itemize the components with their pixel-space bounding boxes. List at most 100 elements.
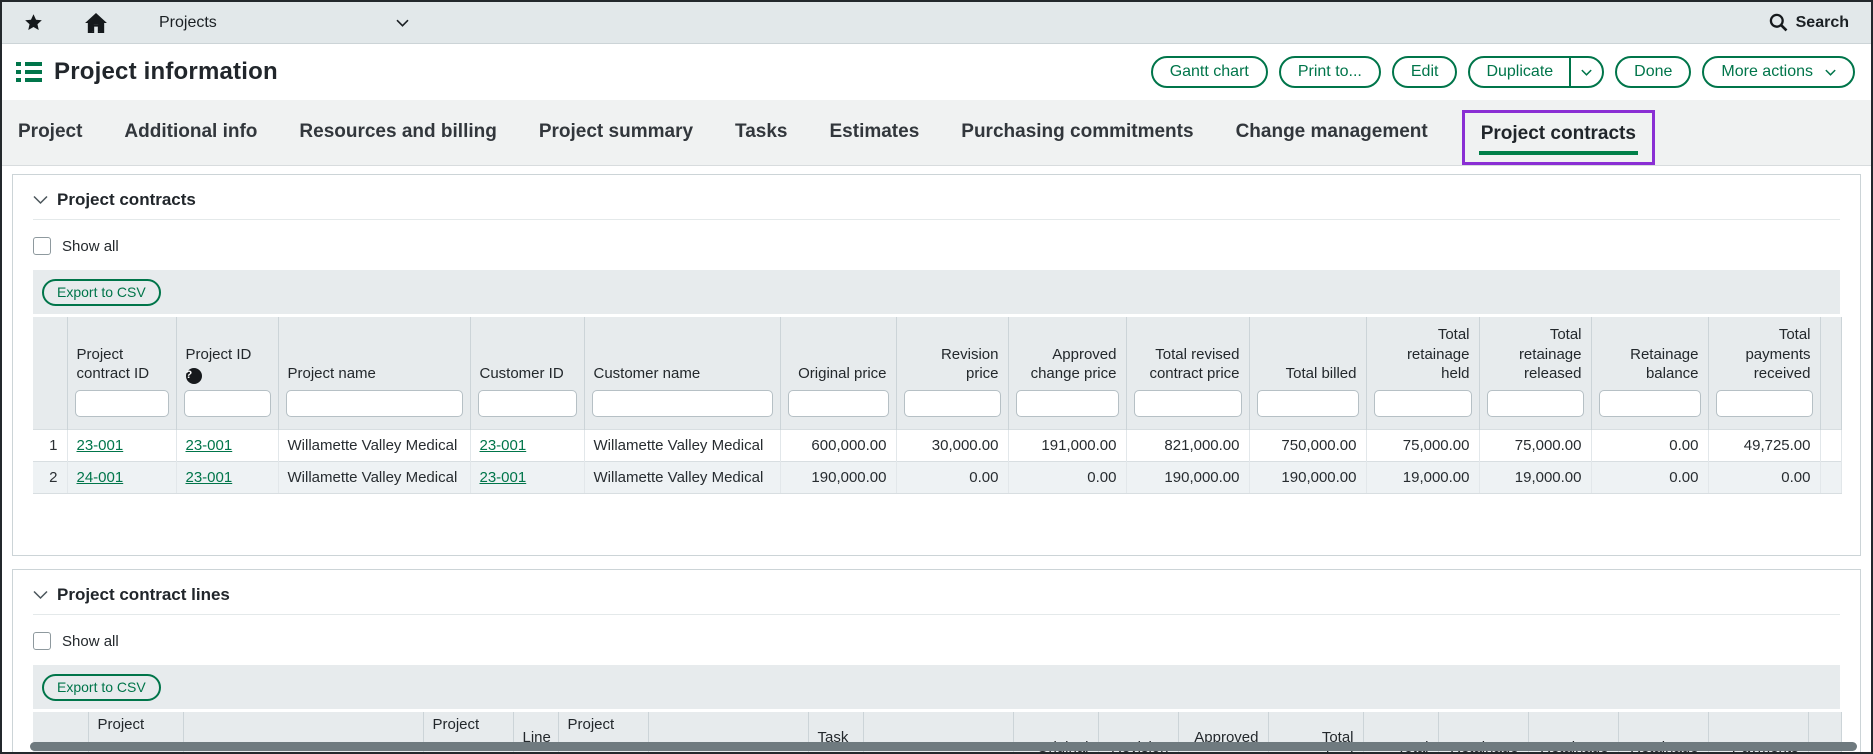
section-title: Project contracts <box>57 190 196 210</box>
column-header-empty <box>33 317 67 388</box>
filter-input-retainage-balance[interactable] <box>1599 390 1701 417</box>
tab-project-summary[interactable]: Project summary <box>537 121 695 165</box>
column-header-retainage-balance: Retainage balance <box>1591 317 1708 388</box>
cell-retainage-balance: 0.00 <box>1591 461 1708 493</box>
main-content: Project contracts Show all Export to CSV… <box>2 166 1871 754</box>
filter-input-project-contract-id[interactable] <box>75 390 169 417</box>
tab-change-management[interactable]: Change management <box>1234 121 1430 165</box>
tab-additional-info[interactable]: Additional info <box>122 121 259 165</box>
tab-tasks[interactable]: Tasks <box>733 121 789 165</box>
show-all-label: Show all <box>62 238 119 255</box>
tab-estimates[interactable]: Estimates <box>828 121 922 165</box>
cell-approved-change-price: 0.00 <box>1008 461 1126 493</box>
show-all-label: Show all <box>62 633 119 650</box>
row-number-cell: 2 <box>33 461 67 493</box>
show-all-row: Show all <box>33 237 1840 255</box>
cell-filler <box>1820 461 1841 493</box>
table-row: 2 24-001 23-001 Willamette Valley Medical 23… <box>33 461 1841 493</box>
cell-total-payments-received: 0.00 <box>1708 461 1820 493</box>
export-csv-button[interactable]: Export to CSV <box>42 674 161 701</box>
show-all-checkbox[interactable] <box>33 632 51 650</box>
project-contracts-section: Project contracts Show all Export to CSV… <box>12 174 1861 556</box>
show-all-checkbox[interactable] <box>33 237 51 255</box>
help-icon[interactable]: ? <box>186 368 202 384</box>
cell-total-revised-contract-price: 821,000.00 <box>1126 429 1249 461</box>
search-icon <box>1769 13 1788 32</box>
filter-input-customer-name[interactable] <box>592 390 773 417</box>
filter-input-project-id[interactable] <box>184 390 271 417</box>
favorite-star-icon[interactable] <box>24 13 43 32</box>
column-header-empty <box>1820 317 1841 388</box>
record-list-icon[interactable] <box>16 62 42 82</box>
home-icon[interactable] <box>85 13 107 33</box>
record-link[interactable]: 23-001 <box>186 469 233 486</box>
done-button[interactable]: Done <box>1615 56 1691 88</box>
record-link[interactable]: 23-001 <box>77 437 124 454</box>
duplicate-menu-toggle[interactable] <box>1569 58 1602 86</box>
filter-input-total-retainage-released[interactable] <box>1487 390 1584 417</box>
section-header: Project contract lines <box>33 570 1840 615</box>
duplicate-split-button[interactable]: Duplicate <box>1468 56 1604 88</box>
filter-input-project-name[interactable] <box>286 390 463 417</box>
column-header-customer-name: Customer name <box>584 317 780 388</box>
module-dropdown[interactable]: Projects <box>159 14 409 32</box>
collapse-chevron-icon[interactable] <box>33 590 48 600</box>
filter-input-customer-id[interactable] <box>478 390 577 417</box>
cell-revision-price: 0.00 <box>896 461 1008 493</box>
cell-project-id: 23-001 <box>176 429 278 461</box>
tab-resources-and-billing[interactable]: Resources and billing <box>297 121 498 165</box>
filter-input-total-billed[interactable] <box>1257 390 1359 417</box>
tab-purchasing-commitments[interactable]: Purchasing commitments <box>959 121 1195 165</box>
cell-total-retainage-held: 19,000.00 <box>1366 461 1479 493</box>
cell-total-retainage-released: 75,000.00 <box>1479 429 1591 461</box>
column-header-original-price: Original price <box>780 317 896 388</box>
cell-total-revised-contract-price: 190,000.00 <box>1126 461 1249 493</box>
cell-project-contract-id: 23-001 <box>67 429 176 461</box>
collapse-chevron-icon[interactable] <box>33 195 48 205</box>
cell-original-price: 190,000.00 <box>780 461 896 493</box>
tab-project-contracts[interactable]: Project contracts <box>1479 123 1638 155</box>
cell-customer-name: Willamette Valley Medical <box>584 461 780 493</box>
filter-input-total-revised-contract-price[interactable] <box>1134 390 1242 417</box>
column-header-project-name: Project name <box>278 317 470 388</box>
filter-input-original-price[interactable] <box>788 390 889 417</box>
export-csv-button[interactable]: Export to CSV <box>42 279 161 306</box>
horizontal-scrollbar[interactable] <box>30 742 1857 751</box>
cell-customer-id: 23-001 <box>470 461 584 493</box>
filter-input-total-payments-received[interactable] <box>1716 390 1813 417</box>
chevron-down-icon <box>1825 69 1836 76</box>
more-actions-button[interactable]: More actions <box>1702 56 1855 88</box>
record-link[interactable]: 23-001 <box>480 437 527 454</box>
cell-project-name: Willamette Valley Medical <box>278 461 470 493</box>
column-header-revision-price: Revision price <box>896 317 1008 388</box>
tab-project[interactable]: Project <box>16 121 84 165</box>
filter-input-approved-change-price[interactable] <box>1016 390 1119 417</box>
section-title: Project contract lines <box>57 585 230 605</box>
print-to-button[interactable]: Print to... <box>1279 56 1381 88</box>
top-bar: Projects Search <box>2 2 1871 44</box>
duplicate-button[interactable]: Duplicate <box>1470 58 1569 86</box>
record-link[interactable]: 24-001 <box>77 469 124 486</box>
filter-input-total-retainage-held[interactable] <box>1374 390 1472 417</box>
record-link[interactable]: 23-001 <box>480 469 527 486</box>
page-header: Project information Gantt chart Print to… <box>2 44 1871 100</box>
cell-original-price: 600,000.00 <box>780 429 896 461</box>
grid-toolbar: Export to CSV <box>33 665 1840 709</box>
section-header: Project contracts <box>33 175 1840 220</box>
cell-project-name: Willamette Valley Medical <box>278 429 470 461</box>
search-button[interactable]: Search <box>1769 13 1849 32</box>
module-dropdown-label: Projects <box>159 14 217 32</box>
gantt-chart-button[interactable]: Gantt chart <box>1151 56 1268 88</box>
edit-button[interactable]: Edit <box>1392 56 1458 88</box>
page-title: Project information <box>54 58 278 86</box>
column-header-project-contract-id: Project contract ID <box>67 317 176 388</box>
filter-input-revision-price[interactable] <box>904 390 1001 417</box>
cell-approved-change-price: 191,000.00 <box>1008 429 1126 461</box>
contracts-table: Project contract IDProject ID?Project na… <box>33 317 1842 494</box>
project-contract-lines-section: Project contract lines Show all Export t… <box>12 569 1861 754</box>
cell-total-retainage-released: 19,000.00 <box>1479 461 1591 493</box>
record-link[interactable]: 23-001 <box>186 437 233 454</box>
chevron-down-icon <box>1581 69 1592 76</box>
app-window: Projects Search Project information Gant… <box>0 0 1873 754</box>
cell-project-id: 23-001 <box>176 461 278 493</box>
